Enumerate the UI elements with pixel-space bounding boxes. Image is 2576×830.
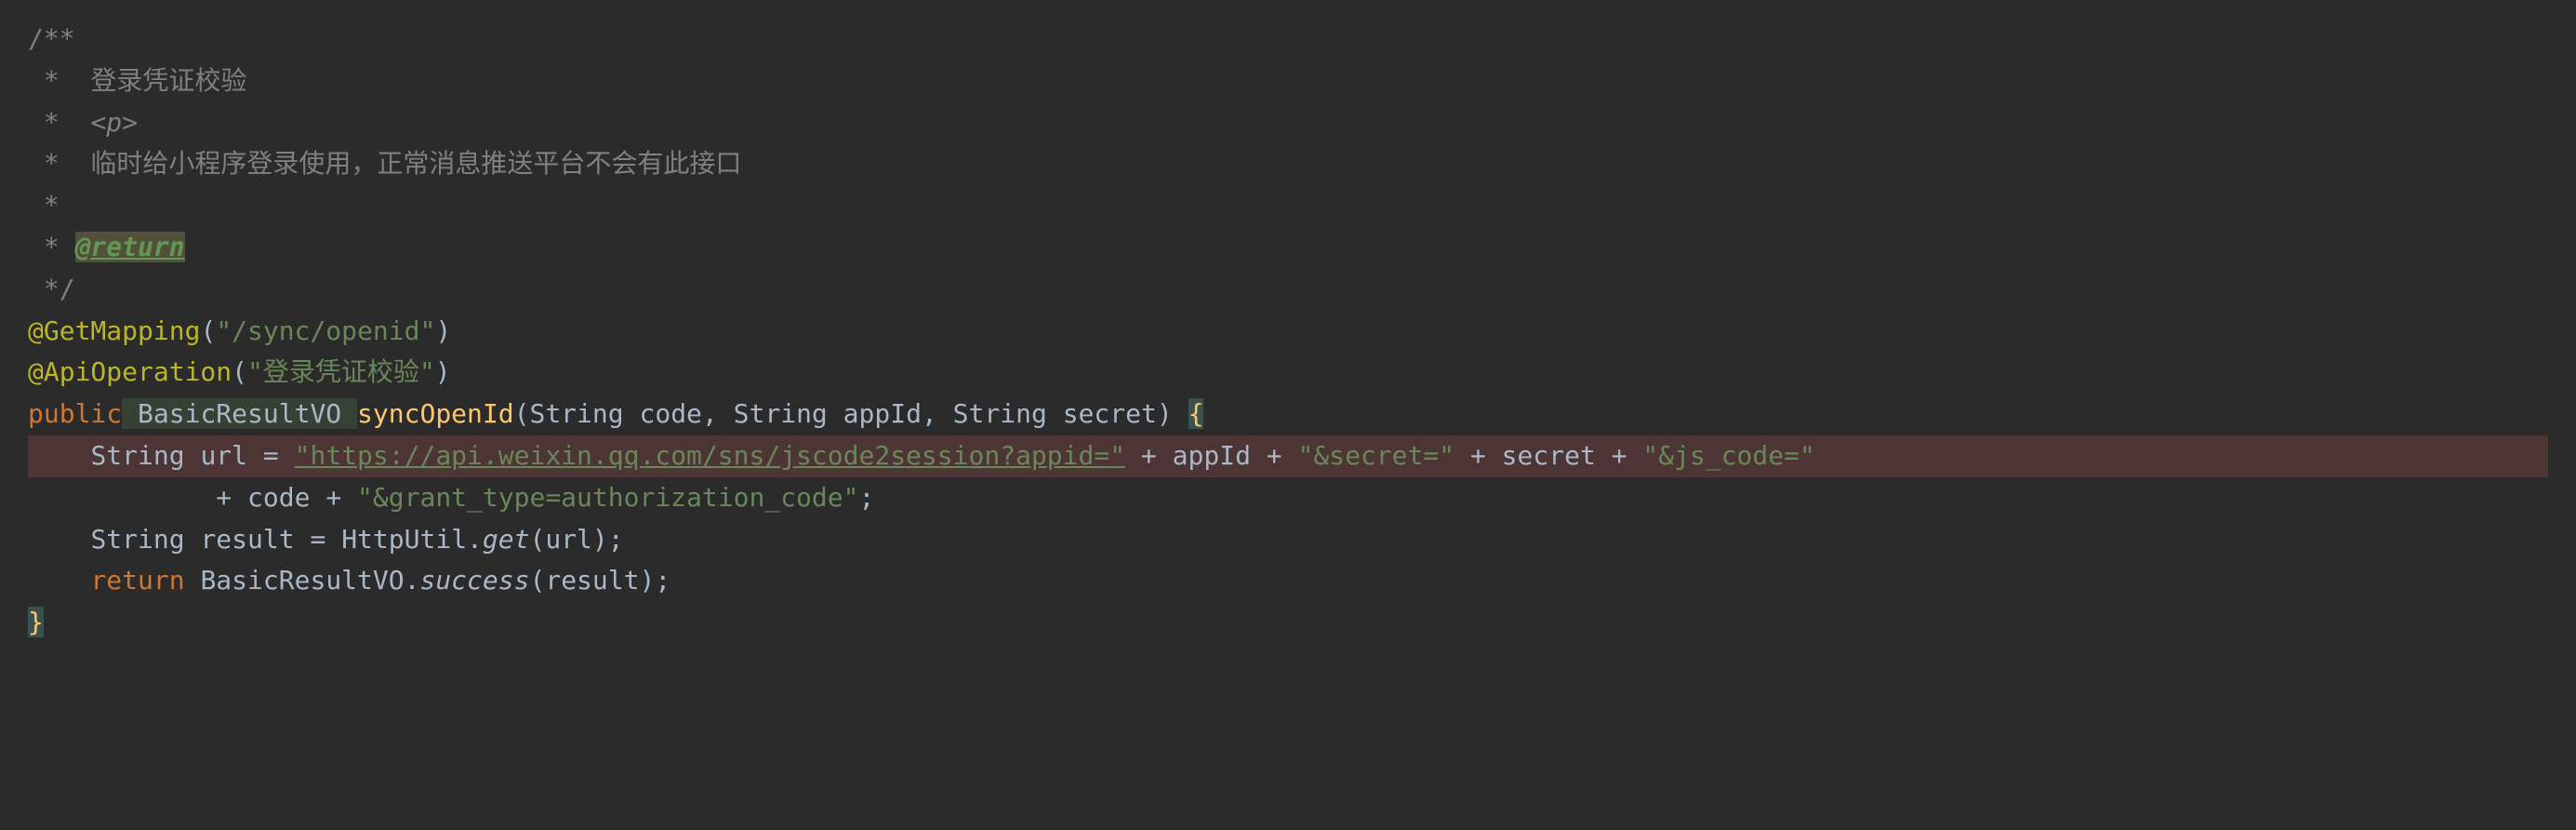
body-line-httputil: String result = HttpUtil.get(url); (28, 519, 2548, 561)
close-brace-highlight: } (28, 607, 44, 637)
annotation-apioperation: @ApiOperation("登录凭证校验") (28, 352, 2548, 394)
annotation-getmapping: @GetMapping("/sync/openid") (28, 311, 2548, 353)
javadoc-line-2: * <p> (28, 102, 2548, 144)
javadoc-line-5: * @return (28, 227, 2548, 269)
code-editor[interactable]: /** * 登录凭证校验 * <p> * 临时给小程序登录使用，正常消息推送平台… (28, 19, 2548, 644)
body-line-url: String url = "https://api.weixin.qq.com/… (28, 435, 2548, 477)
javadoc-line-4: * (28, 185, 2548, 227)
method-signature: public BasicResultVO syncOpenId(String c… (28, 394, 2548, 435)
open-brace-highlight: { (1188, 398, 1204, 429)
javadoc-close: */ (28, 269, 2548, 311)
body-line-return: return BasicResultVO.success(result); (28, 560, 2548, 602)
close-brace-line: } (28, 602, 44, 644)
javadoc-open: /** (28, 19, 2548, 60)
javadoc-return-tag: @return (75, 232, 185, 262)
javadoc-line-1: * 登录凭证校验 (28, 60, 2548, 102)
return-type-highlight: BasicResultVO (122, 398, 357, 429)
body-line-url-cont: + code + "&grant_type=authorization_code… (28, 477, 2548, 519)
javadoc-line-3: * 临时给小程序登录使用，正常消息推送平台不会有此接口 (28, 143, 2548, 185)
